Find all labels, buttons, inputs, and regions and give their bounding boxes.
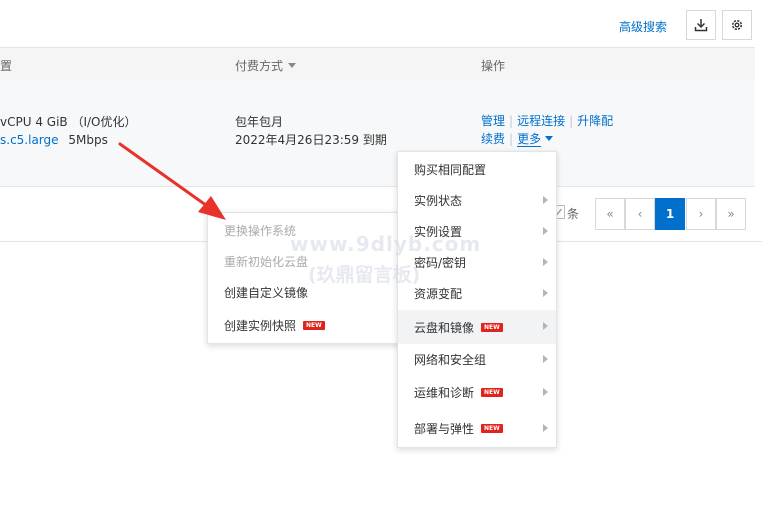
menu-item-deploy-elastic[interactable]: 部署与弹性 NEW <box>398 412 556 444</box>
submenu-item-label: 更换操作系统 <box>224 223 297 238</box>
chevron-right-icon <box>543 322 548 330</box>
submenu-item-create-image[interactable]: 创建自定义镜像 <box>208 276 400 308</box>
separator: | <box>509 114 514 128</box>
submenu-item-create-snapshot[interactable]: 创建实例快照 NEW <box>208 309 400 341</box>
last-page-button[interactable]: » <box>716 198 746 230</box>
menu-item-network-security[interactable]: 网络和安全组 <box>398 343 556 375</box>
chevron-right-icon <box>543 424 548 432</box>
header-billing[interactable]: 付费方式 <box>235 57 297 74</box>
separator: | <box>509 132 514 146</box>
expiry-time: 2022年4月26日23:59 到期 <box>235 133 387 147</box>
disk-image-submenu: 更换操作系统 重新初始化云盘 创建自定义镜像 创建实例快照 NEW <box>207 212 401 344</box>
submenu-item-replace-os[interactable]: 更换操作系统 <box>208 214 400 246</box>
menu-item-password-key[interactable]: 密码/密钥 <box>398 246 556 278</box>
instance-type-link[interactable]: s.c5.large <box>0 133 59 147</box>
menu-item-label: 云盘和镜像 <box>414 320 475 335</box>
billing-type: 包年包月 <box>235 115 284 129</box>
renew-link[interactable]: 续费 <box>481 132 505 146</box>
manage-link[interactable]: 管理 <box>481 114 505 128</box>
menu-item-label: 部署与弹性 <box>414 421 475 436</box>
header-ops: 操作 <box>481 59 506 73</box>
menu-item-label: 网络和安全组 <box>414 352 487 367</box>
new-badge: NEW <box>481 387 503 397</box>
instance-type-line: s.c5.large 5Mbps <box>0 132 108 149</box>
menu-item-buy-same[interactable]: 购买相同配置 <box>398 153 556 185</box>
gear-icon <box>731 19 743 31</box>
menu-item-disk-image[interactable]: 云盘和镜像 NEW <box>398 310 556 344</box>
ops-line-2: 续费 | 更多 <box>481 131 554 148</box>
submenu-item-reinit-disk[interactable]: 重新初始化云盘 <box>208 245 400 277</box>
chevron-right-icon <box>543 388 548 396</box>
advanced-search-link[interactable]: 高级搜索 <box>619 18 667 35</box>
more-dropdown-menu: 购买相同配置 实例状态 实例设置 密码/密钥 资源变配 云盘和镜像 NEW 网络… <box>397 151 557 448</box>
menu-item-ops-diagnosis[interactable]: 运维和诊断 NEW <box>398 376 556 408</box>
menu-item-resource-change[interactable]: 资源变配 <box>398 277 556 309</box>
chevron-right-icon <box>543 258 548 266</box>
instance-spec: vCPU 4 GiB （I/O优化） <box>0 115 137 129</box>
bandwidth: 5Mbps <box>68 133 108 147</box>
submenu-item-label: 创建实例快照 <box>224 318 297 333</box>
chevron-right-icon <box>543 196 548 204</box>
header-config: 置 <box>0 59 13 73</box>
menu-item-label: 资源变配 <box>414 286 463 301</box>
menu-item-instance-status[interactable]: 实例状态 <box>398 184 556 216</box>
prev-page-button[interactable]: ‹ <box>625 198 655 230</box>
ops-line-1: 管理 | 远程连接 | 升降配 <box>481 113 613 130</box>
next-page-button[interactable]: › <box>686 198 716 230</box>
new-badge: NEW <box>303 320 325 330</box>
submenu-item-label: 重新初始化云盘 <box>224 254 309 269</box>
upgrade-link[interactable]: 升降配 <box>577 114 613 128</box>
page-1-button[interactable]: 1 <box>655 198 685 230</box>
menu-item-label: 实例状态 <box>414 193 463 208</box>
header-billing-label: 付费方式 <box>235 59 284 73</box>
remote-connect-link[interactable]: 远程连接 <box>517 114 565 128</box>
more-dropdown[interactable]: 更多 <box>517 132 554 147</box>
sort-caret-icon <box>288 63 297 68</box>
count-suffix: 条 <box>567 207 580 221</box>
first-page-button[interactable]: « <box>595 198 625 230</box>
new-badge: NEW <box>481 322 503 332</box>
new-badge: NEW <box>481 423 503 433</box>
chevron-right-icon <box>543 227 548 235</box>
menu-item-label: 实例设置 <box>414 224 463 239</box>
download-icon <box>694 19 708 32</box>
chevron-right-icon <box>543 355 548 363</box>
submenu-item-label: 创建自定义镜像 <box>224 285 309 300</box>
separator: | <box>569 114 574 128</box>
more-link-label: 更多 <box>517 132 542 147</box>
menu-item-label: 购买相同配置 <box>414 162 487 177</box>
download-button[interactable] <box>686 10 716 40</box>
chevron-right-icon <box>543 289 548 297</box>
settings-button[interactable] <box>722 10 752 40</box>
menu-item-label: 密码/密钥 <box>414 255 467 270</box>
menu-item-instance-settings[interactable]: 实例设置 <box>398 215 556 247</box>
table-header: 置 付费方式 操作 <box>0 47 755 81</box>
table-row: vCPU 4 GiB （I/O优化） s.c5.large 5Mbps 包年包月… <box>0 80 755 187</box>
menu-item-label: 运维和诊断 <box>414 385 475 400</box>
chevron-down-icon <box>545 136 554 141</box>
